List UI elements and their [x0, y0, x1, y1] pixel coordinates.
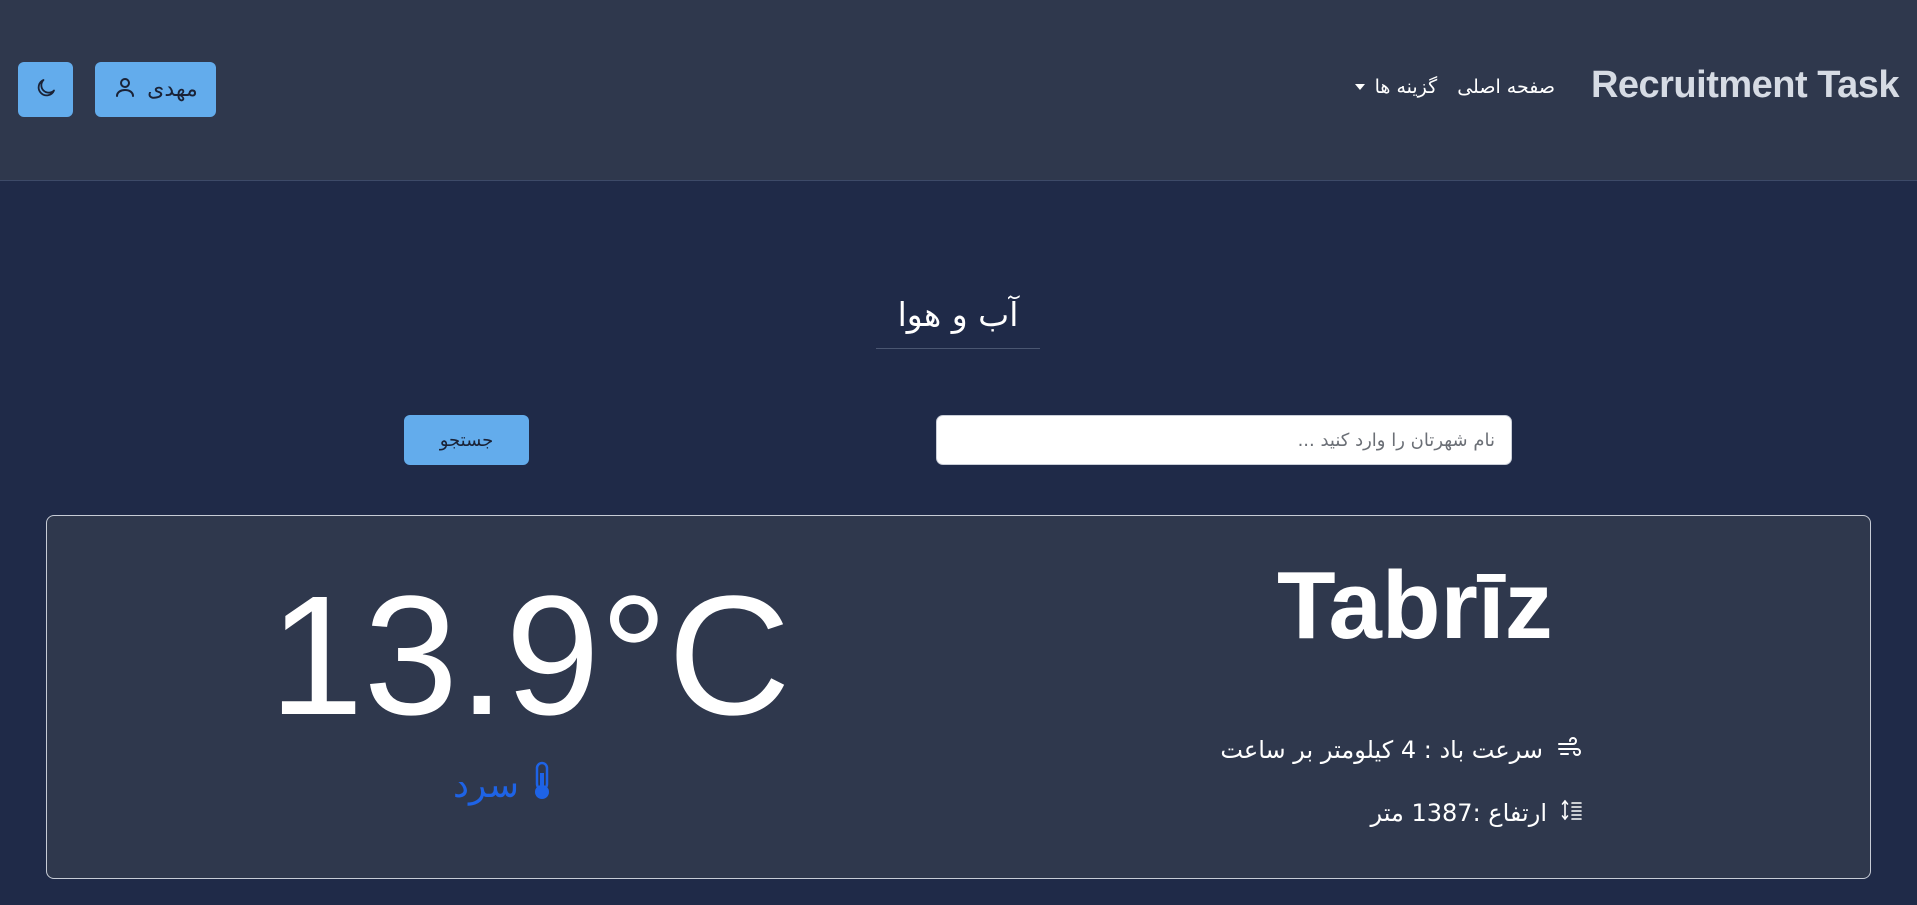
user-profile-button[interactable]: مهدی	[95, 62, 216, 117]
nav-home-link[interactable]: صفحه اصلی	[1457, 76, 1555, 98]
nav-options-label: گزینه ها	[1374, 76, 1438, 98]
page-title: آب و هوا	[876, 295, 1040, 349]
nav-options-dropdown[interactable]: گزینه ها	[1354, 76, 1438, 98]
brand-title[interactable]: Recruitment Task	[1591, 64, 1900, 107]
user-name-label: مهدی	[147, 77, 198, 102]
wind-speed-row: سرعت باد : 4 کیلومتر بر ساعت	[1220, 735, 1583, 765]
altitude-label: ارتفاع :1387 متر	[1370, 799, 1547, 827]
city-name: Tabrīz	[1277, 552, 1553, 659]
condition-label: سرد	[453, 765, 520, 806]
search-button[interactable]: جستجو	[404, 415, 529, 465]
thermometer-icon	[529, 761, 555, 810]
altitude-icon	[1561, 798, 1583, 828]
weather-condition: سرد	[453, 761, 555, 810]
caret-down-icon	[1354, 84, 1365, 90]
wind-icon	[1557, 735, 1583, 765]
weather-card: 13.9°C سرد Tabrīz سرعت باد : 4 کیلومتر ب…	[46, 515, 1871, 879]
top-navbar: Recruitment Task صفحه اصلی گزینه ها مهدی	[0, 0, 1917, 181]
temperature-value: 13.9°C	[269, 561, 791, 751]
theme-toggle-button[interactable]	[18, 62, 73, 117]
altitude-row: ارتفاع :1387 متر	[1371, 798, 1583, 828]
main-nav: صفحه اصلی گزینه ها	[1354, 76, 1555, 98]
city-search-input[interactable]	[936, 415, 1512, 465]
wind-speed-label: سرعت باد : 4 کیلومتر بر ساعت	[1220, 736, 1543, 764]
user-icon	[113, 75, 137, 105]
moon-icon	[34, 76, 58, 104]
